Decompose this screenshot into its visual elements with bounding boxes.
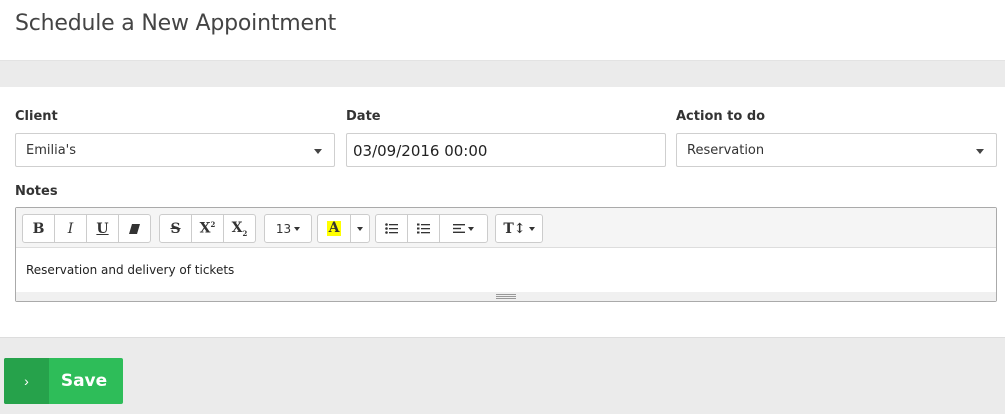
underline-icon: U [96,220,109,237]
highlight-color-icon: A [326,220,342,236]
client-select-value: Emilia's [26,143,77,158]
italic-button[interactable]: I [54,214,87,243]
chevron-down-icon [314,149,322,154]
chevron-down-icon [976,149,984,154]
bold-button[interactable]: B [22,214,55,243]
save-button[interactable]: › Save [4,358,123,404]
italic-icon: I [67,220,74,237]
page-title: Schedule a New Appointment [15,11,336,36]
toolbar-group-height: T↕ [495,214,543,243]
client-select[interactable]: Emilia's [15,133,335,167]
underline-button[interactable]: U [86,214,119,243]
date-input-value: 03/09/2016 00:00 [353,142,488,160]
bold-icon: B [32,220,45,237]
date-label: Date [346,109,381,124]
font-size-value: 13 [275,221,292,236]
notes-label: Notes [15,184,58,199]
section-divider-band [0,61,1005,87]
action-select[interactable]: Reservation [676,133,997,167]
editor-resize-handle[interactable] [16,292,996,301]
page-header: Schedule a New Appointment [0,0,1005,61]
subscript-icon: X2 [231,219,248,238]
clear-format-button[interactable] [118,214,151,243]
color-dropdown-button[interactable] [350,214,370,243]
notes-content[interactable]: Reservation and delivery of tickets [26,263,234,277]
notes-editor[interactable]: B I U S X2 X2 13 A T↕ Reservation and de… [15,207,997,302]
numbered-list-icon [417,223,430,234]
line-height-dropdown-button[interactable]: T↕ [495,214,543,243]
toolbar-group-color: A [317,214,370,243]
align-dropdown-button[interactable] [439,214,488,243]
action-select-value: Reservation [687,143,765,158]
superscript-icon: X2 [199,220,216,237]
editor-toolbar: B I U S X2 X2 13 A T↕ [16,208,996,248]
caret-down-icon [528,226,535,231]
toolbar-group-style: B I U [22,214,151,243]
strikethrough-icon: S [170,220,181,237]
strikethrough-button[interactable]: S [159,214,192,243]
subscript-button[interactable]: X2 [223,214,256,243]
toolbar-group-script: S X2 X2 [159,214,256,243]
grip-icon [496,294,516,299]
chevron-right-icon: › [4,358,49,404]
save-button-label: Save [60,371,108,391]
appointment-form-panel: Client Emilia's Date 03/09/2016 00:00 Ac… [0,87,1005,338]
bullet-list-button[interactable] [375,214,408,243]
color-dropdown-caret [357,226,363,231]
toolbar-group-para [375,214,488,243]
font-size-dropdown[interactable]: 13 [264,214,312,243]
superscript-button[interactable]: X2 [191,214,224,243]
action-label: Action to do [676,109,766,124]
toolbar-group-fontsize: 13 [264,214,312,243]
eraser-icon [129,223,140,234]
caret-down-icon [294,226,301,231]
numbered-list-button[interactable] [407,214,440,243]
highlight-color-button[interactable]: A [317,214,351,243]
client-label: Client [15,109,58,124]
align-dropdown-icon [453,224,465,233]
caret-down-icon [468,226,474,231]
date-input[interactable]: 03/09/2016 00:00 [346,133,666,167]
bullet-list-icon [385,223,398,234]
line-height-dropdown-icon: T↕ [503,220,526,237]
